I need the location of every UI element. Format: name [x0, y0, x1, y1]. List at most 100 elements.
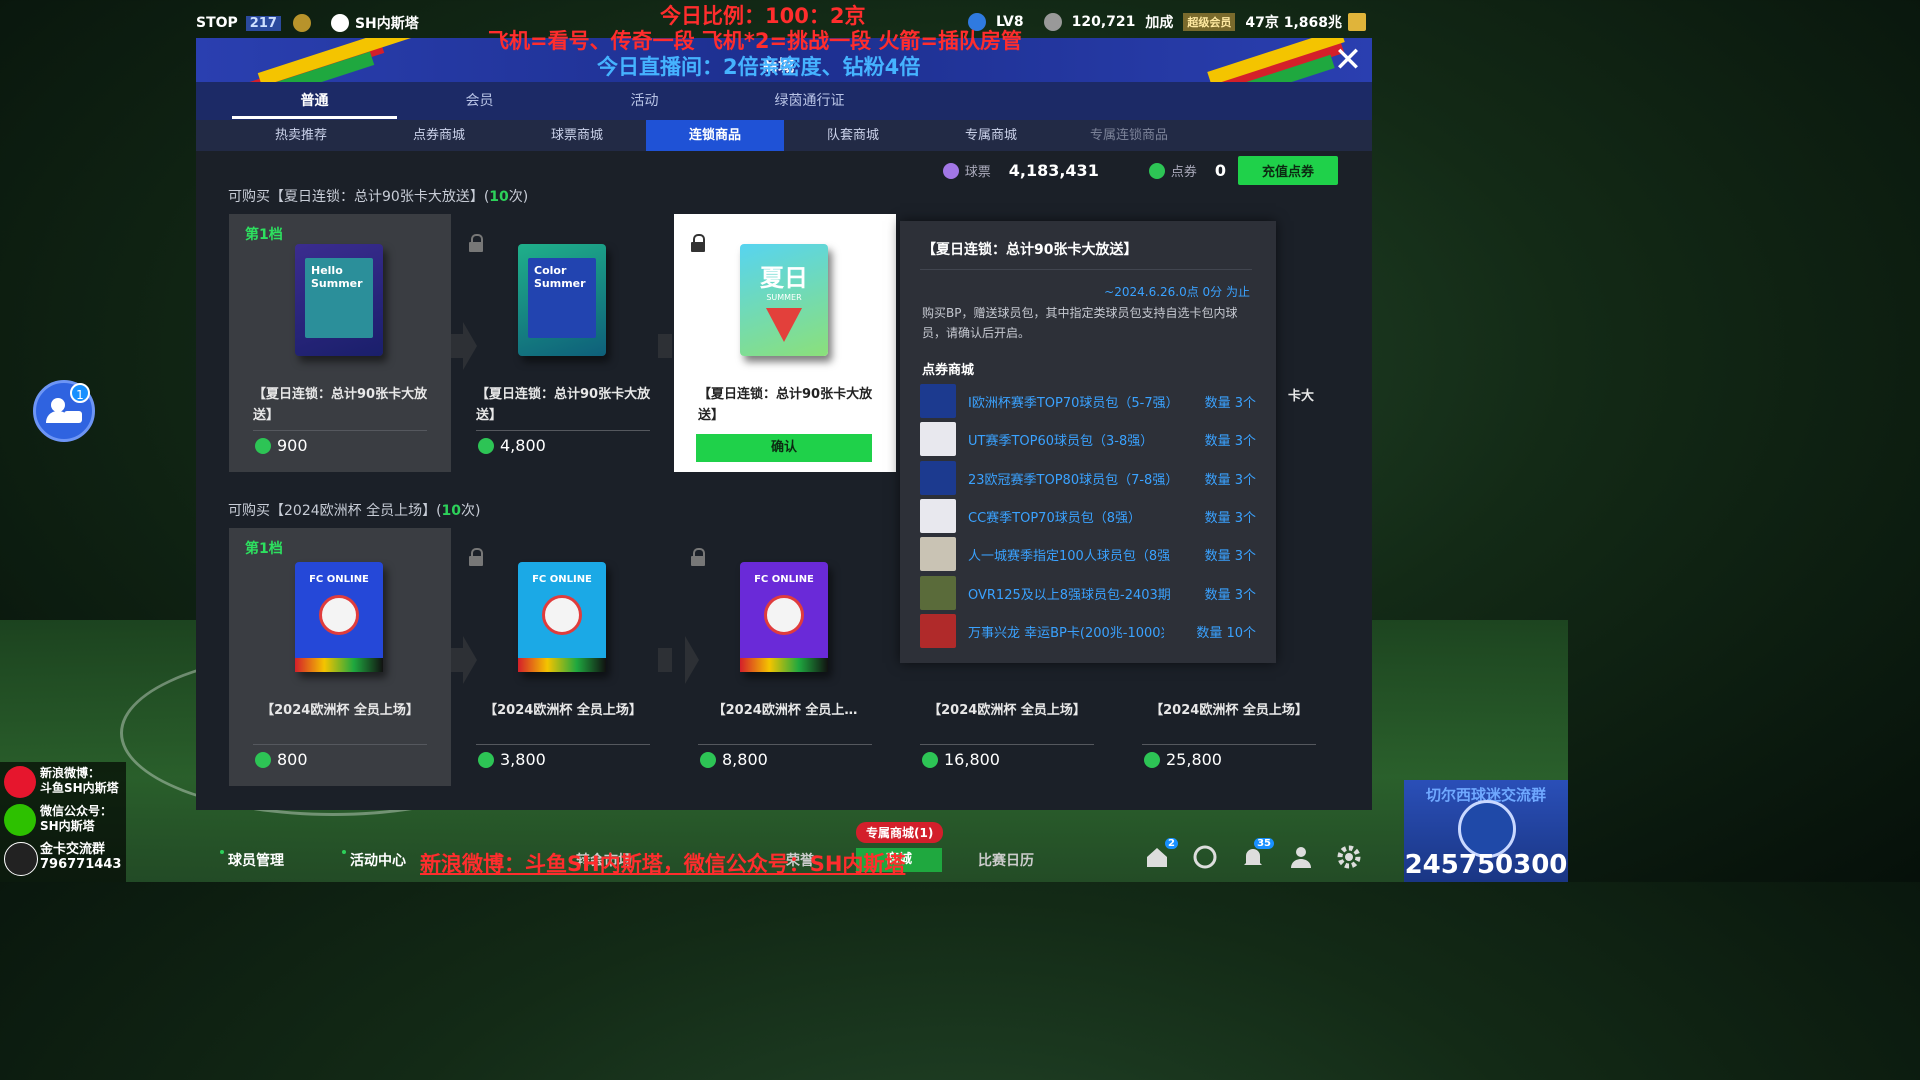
card-name: 【2024欧洲杯 全员上… [712, 703, 858, 718]
recharge-button[interactable]: 充值点券 [1237, 156, 1338, 185]
summer-card-4[interactable]: 卡大 [1284, 214, 1372, 472]
subtab-ticket-shop[interactable]: 球票商城 [508, 120, 646, 151]
tab-pass[interactable]: 绿茵通行证 [727, 82, 892, 120]
coupon-icon [255, 437, 271, 454]
summer-card-2[interactable]: Color Summer 【夏日连锁：总计90张卡大放送】 4,800 [452, 214, 674, 472]
pack-image: 夏日 SUMMER [740, 244, 828, 356]
pack-image: FC ONLINE [518, 562, 606, 672]
euro-card-1[interactable]: 第1档 FC ONLINE 【2024欧洲杯 全员上场】 800 [229, 528, 451, 786]
settings-icon[interactable] [1336, 844, 1362, 870]
lock-icon [690, 548, 706, 566]
reward-name: 23欧冠赛季TOP80球员包（7-8强） [968, 473, 1174, 488]
reward-row: UT赛季TOP60球员包（3-8强） 数量 3个 [920, 420, 1256, 458]
ball-icon[interactable] [1192, 844, 1218, 870]
tooltip-description: 购买BP，赠送球员包，其中指定类球员包支持自选卡包内球员，请确认后开启。 [922, 306, 1238, 340]
close-icon[interactable]: ✕ [1334, 40, 1363, 80]
reward-qty: 数量 3个 [1204, 511, 1256, 526]
home-icon[interactable]: 2 [1144, 838, 1178, 870]
bell-badge: 35 [1254, 838, 1274, 849]
reward-row: 万事兴龙 幸运BP卡(200兆-1000兆) 数量 10个 [920, 612, 1256, 650]
section-euro-prefix: 可购买【2024欧洲杯 全员上场】( [228, 503, 442, 519]
tab-normal[interactable]: 普通 [232, 82, 397, 120]
watermelon-icon [766, 308, 802, 342]
section-summer-title: 可购买【夏日连锁：总计90张卡大放送】(10次) [228, 186, 528, 206]
pack-label: FC ONLINE [532, 574, 592, 585]
card-price: 8,800 [700, 750, 768, 769]
nav-activity-center[interactable]: 活动中心 [342, 850, 406, 870]
coupon-label: 点券 [1170, 165, 1197, 180]
exclusive-shop-tag[interactable]: 专属商城(1) [856, 822, 944, 843]
subtab-coupon-shop[interactable]: 点券商城 [370, 120, 508, 151]
lock-icon [468, 234, 484, 252]
subtab-hot[interactable]: 热卖推荐 [232, 120, 370, 151]
euro-card-3[interactable]: FC ONLINE 【2024欧洲杯 全员上… 8,800 [674, 528, 896, 786]
card-name: 【2024欧洲杯 全员上场】 [484, 703, 642, 718]
weibo-name: 斗鱼SH内斯塔 [40, 781, 119, 795]
section-summer-suffix: 次) [508, 189, 529, 205]
coupon-icon [922, 751, 938, 768]
tier-label: 第1档 [245, 541, 283, 557]
balance-value: 47京 1,868兆 [1245, 15, 1342, 31]
tab-member[interactable]: 会员 [397, 82, 562, 120]
top-stats: LV8 120,721 加成 超级会员 47京 1,868兆 [968, 12, 1372, 32]
group-number: 796771443 [40, 857, 122, 872]
price-value: 8,800 [722, 750, 768, 769]
ticket-value: 4,183,431 [1008, 161, 1099, 180]
points-value: 120,721 [1071, 14, 1136, 30]
confirm-button[interactable]: 确认 [696, 434, 872, 462]
reward-row: 23欧冠赛季TOP80球员包（7-8强） 数量 3个 [920, 459, 1256, 497]
section-euro-count: 10 [441, 503, 462, 519]
coupon-icon [1144, 751, 1160, 768]
reward-qty: 数量 3个 [1204, 473, 1256, 488]
reward-name: 人一城赛季指定100人球员包（8强 [968, 549, 1171, 564]
price-value: 900 [277, 436, 308, 455]
stream-ticker: 新浪微博：斗鱼SH内斯塔，微信公众号：SH内斯塔 [420, 852, 906, 876]
sub-tabs: 热卖推荐 点券商城 球票商城 连锁商品 队套商城 专属商城 专属连锁商品 [196, 120, 1372, 151]
price-value: 800 [277, 750, 308, 769]
nav-player-management[interactable]: 球员管理 [220, 850, 284, 870]
user-icon[interactable] [1288, 844, 1314, 870]
euro-card-2[interactable]: FC ONLINE 【2024欧洲杯 全员上场】 3,800 [452, 528, 674, 786]
card-name: 【夏日连锁：总计90张卡大放送】 [253, 387, 428, 423]
subtab-exclusive-chain[interactable]: 专属连锁商品 [1060, 120, 1198, 151]
weibo-label: 新浪微博： [40, 766, 101, 780]
pack-label: 夏日 [760, 264, 808, 292]
pack-label: Hello Summer [305, 258, 373, 338]
card-name: 【2024欧洲杯 全员上场】 [928, 703, 1086, 718]
reward-thumbnail [920, 576, 956, 610]
reward-thumbnail [920, 499, 956, 533]
coupon-icon [700, 751, 716, 768]
tab-activity[interactable]: 活动 [562, 82, 727, 120]
subtab-chain[interactable]: 连锁商品 [646, 120, 784, 151]
subtab-team-set[interactable]: 队套商城 [784, 120, 922, 151]
home-badge: 2 [1165, 838, 1178, 849]
card-price: 800 [255, 750, 308, 769]
reward-row: CC赛季TOP70球员包（8强） 数量 3个 [920, 497, 1256, 535]
channel-name: SH内斯塔 [354, 16, 419, 32]
lock-icon [468, 548, 484, 566]
price-value: 4,800 [500, 436, 546, 455]
summer-card-3[interactable]: 夏日 SUMMER 【夏日连锁：总计90张卡大放送】 确认 [674, 214, 896, 472]
close-button[interactable]: ✕ [1330, 42, 1366, 78]
coupon-value: 0 [1214, 161, 1226, 180]
subtab-exclusive[interactable]: 专属商城 [922, 120, 1060, 151]
card-price: 16,800 [922, 750, 1000, 769]
reward-name: 万事兴龙 幸运BP卡(200兆-1000兆) [968, 626, 1164, 641]
level-badge: 217 [245, 15, 281, 31]
section-summer-count: 10 [489, 189, 509, 205]
summer-card-1[interactable]: 第1档 Hello Summer 【夏日连锁：总计90张卡大放送】 900 [229, 214, 451, 472]
reward-qty: 数量 3个 [1204, 549, 1256, 564]
streamer-info-panel: 新浪微博： 斗鱼SH内斯塔 微信公众号： SH内斯塔 金卡交流群 796771443 [0, 762, 126, 882]
reward-qty: 数量 3个 [1204, 588, 1256, 603]
wechat-label: 微信公众号： [40, 804, 113, 818]
section-summer-prefix: 可购买【夏日连锁：总计90张卡大放送】( [228, 189, 490, 205]
bell-icon[interactable]: 35 [1240, 838, 1274, 870]
club-icon [292, 14, 311, 32]
nav-calendar[interactable]: 比赛日历 [978, 850, 1034, 870]
chat-badge: 1 [70, 383, 90, 403]
reward-name: OVR125及以上8强球员包-2403期 [968, 588, 1171, 603]
card-name: 【夏日连锁：总计90张卡大放送】 [476, 387, 651, 423]
tier-label: 第1档 [245, 227, 283, 243]
pack-image: Hello Summer [295, 244, 383, 356]
reward-thumbnail [920, 384, 956, 418]
